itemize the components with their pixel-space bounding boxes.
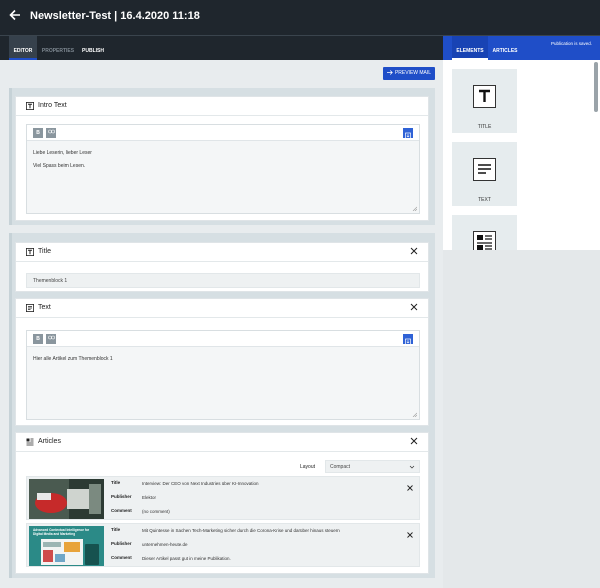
card-header: Text [16,299,428,318]
scrollbar[interactable] [594,62,598,112]
title-type-icon [26,248,34,256]
preview-mail-button[interactable]: PREVIEW MAIL [383,67,435,80]
comment-label: Comment [111,508,132,513]
close-icon[interactable] [410,303,418,311]
title-input[interactable]: Themenblock 1 [26,273,420,288]
remove-article-icon[interactable] [407,532,413,538]
text-line: Hier alle Artikel zum Themenblock 1 [33,356,113,362]
insert-button[interactable] [403,334,413,346]
link-button[interactable] [46,128,56,138]
save-status: Publication is saved. [550,41,592,46]
bold-button[interactable]: B [33,128,43,138]
articles-type-icon [26,438,34,446]
resize-grip-icon[interactable] [412,206,417,211]
layout-label: Layout [300,464,316,470]
insert-button[interactable] [403,128,413,140]
tab-publish[interactable]: Publish [79,36,107,60]
card-title: Intro Text [38,102,67,109]
publisher-label: Publisher [111,541,132,546]
text-element-icon [473,158,496,181]
article-title: Interview: Der CEO von Next Industries ü… [142,481,259,486]
side-panel-background [443,250,600,588]
text-type-icon [26,304,34,312]
layout-select[interactable]: Compact [325,460,420,473]
close-icon[interactable] [410,437,418,445]
arrow-right-icon [386,70,393,75]
editor-tab-bar: Editor Properties Publish [0,36,443,60]
text-line: Viel Spass beim Lesen. [33,163,86,169]
title-label: Title [111,527,121,532]
link-icon [47,335,55,340]
tile-label: Title [477,124,492,130]
article-thumbnail [29,479,104,519]
title-type-icon [26,102,34,110]
side-tab-bar: Elements Articles Publication is saved. [443,36,600,60]
page-title: Newsletter-Test | 16.4.2020 11:18 [30,10,200,22]
chevron-down-icon [409,465,415,469]
tab-properties[interactable]: Properties [40,36,76,60]
comment-label: Comment [111,555,132,560]
article-row[interactable]: Title Interview: Der CEO von Next Indust… [26,476,420,520]
insert-icon [405,338,411,346]
tile-label: Text [478,197,491,203]
title-label: Title [111,480,121,485]
back-arrow-icon[interactable] [8,8,22,22]
editor-content[interactable]: Hier alle Artikel zum Themenblock 1 [33,353,413,366]
layout-value: Compact [330,464,351,470]
element-tile-title[interactable]: Title [452,69,517,133]
title-card: Title Themenblock 1 [15,242,429,292]
intro-rich-text-editor[interactable]: B Liebe Leserin, lieber Leser Viel Spass… [26,124,420,214]
editor-content[interactable]: Liebe Leserin, lieber Leser Viel Spass b… [33,147,413,173]
article-comment: Dieser Artikel passt gut in meine Publik… [142,556,231,561]
tab-articles[interactable]: Articles [489,36,521,60]
card-title: Title [38,248,51,255]
close-icon[interactable] [410,247,418,255]
link-button[interactable] [46,334,56,344]
article-image [29,479,104,519]
card-header: Intro Text [16,97,428,116]
tab-editor[interactable]: Editor [9,36,37,60]
format-toolbar: B [27,331,419,347]
title-element-icon [473,85,496,108]
article-row[interactable]: Advanced Contextual Intelligence for Dig… [26,523,420,567]
article-thumbnail: Advanced Contextual Intelligence for Dig… [29,526,104,566]
element-tile-articles[interactable] [452,215,517,254]
article-image [41,539,99,565]
card-title: Text [38,304,51,311]
element-tile-text[interactable]: Text [452,142,517,206]
card-header: Title [16,243,428,262]
insert-icon [405,132,411,140]
remove-article-icon[interactable] [407,485,413,491]
bold-button[interactable]: B [33,334,43,344]
tab-elements[interactable]: Elements [452,36,488,60]
text-card: Text B Hier alle Artikel zum Themenblock… [15,298,429,426]
text-rich-text-editor[interactable]: B Hier alle Artikel zum Themenblock 1 [26,330,420,420]
link-icon [47,129,55,134]
top-bar: Newsletter-Test | 16.4.2020 11:18 [0,0,600,36]
publisher-label: Publisher [111,494,132,499]
intro-text-card: Intro Text B Liebe Leserin, lieber Leser… [15,96,429,221]
card-title: Articles [38,438,61,445]
article-publisher: unternehmen-heute.de [142,542,188,547]
elements-panel: Title Text [443,60,600,254]
articles-card: Articles Layout Compact Title Interview:… [15,432,429,574]
article-comment: (no comment) [142,509,170,514]
card-header: Articles [16,433,428,452]
text-line: Liebe Leserin, lieber Leser [33,150,92,156]
article-title: Mit Quintesse in Sachen Tech-Marketing s… [142,528,340,533]
preview-mail-label: PREVIEW MAIL [394,70,432,76]
article-publisher: Elektor [142,495,157,500]
format-toolbar: B [27,125,419,141]
resize-grip-icon[interactable] [412,412,417,417]
